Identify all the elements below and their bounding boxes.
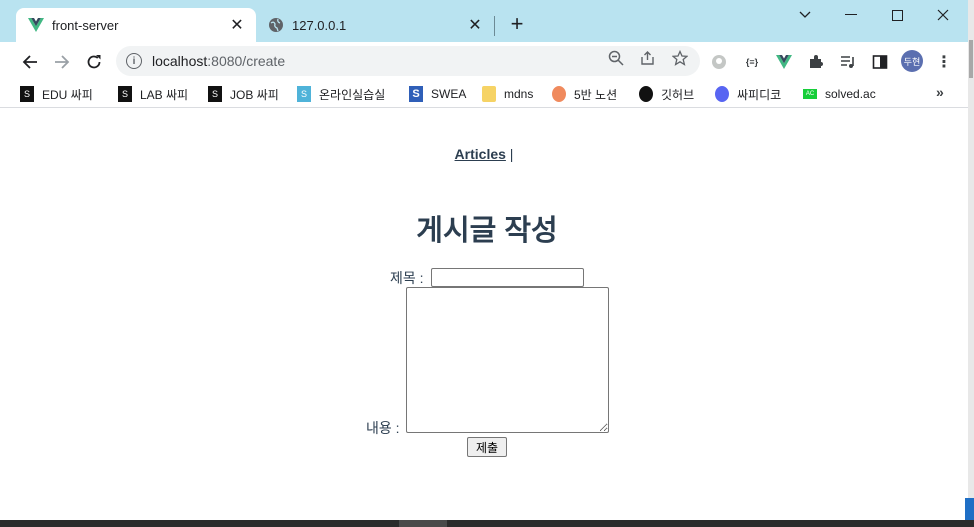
- bookmark-label: JOB 싸피: [230, 87, 279, 102]
- json-formatter-icon[interactable]: {≡}: [742, 52, 762, 72]
- tab-separator: [494, 16, 495, 36]
- tab-localhost-ip[interactable]: 127.0.0.1 ✕: [258, 8, 494, 42]
- bookmark-label: mdns: [504, 87, 534, 101]
- reload-button[interactable]: [82, 50, 106, 74]
- title-input[interactable]: [431, 268, 584, 287]
- content-label: 내용 :: [366, 420, 400, 436]
- page-title: 게시글 작성: [416, 215, 558, 247]
- bookmark-online-lab[interactable]: S 온라인실습실: [297, 85, 385, 103]
- share-icon[interactable]: [639, 49, 657, 67]
- close-tab-icon[interactable]: ✕: [226, 14, 248, 36]
- side-panel-icon[interactable]: [870, 52, 890, 72]
- swea-icon: S: [409, 86, 423, 102]
- reload-icon: [87, 55, 101, 69]
- arrow-right-icon: [55, 55, 70, 69]
- bookmark-job-ssafy[interactable]: S JOB 싸피: [208, 85, 279, 103]
- tab-front-server[interactable]: front-server ✕: [16, 8, 256, 42]
- close-icon: [937, 9, 949, 21]
- new-tab-button[interactable]: +: [506, 13, 528, 36]
- bookmark-label: SWEA: [431, 87, 467, 101]
- profile-avatar[interactable]: 두현: [901, 50, 923, 72]
- close-window-button[interactable]: [920, 4, 966, 26]
- ssafy-icon: S: [20, 86, 34, 102]
- folder-icon: [482, 86, 496, 102]
- forward-button[interactable]: [50, 50, 74, 74]
- menu-kebab-icon[interactable]: ⋮: [934, 52, 954, 72]
- solvedac-icon: AC: [803, 89, 817, 99]
- bookmark-lab-ssafy[interactable]: S LAB 싸피: [118, 85, 188, 103]
- horizontal-scrollbar[interactable]: [0, 520, 974, 527]
- top-nav: Articles |: [0, 146, 968, 162]
- bookmark-label: LAB 싸피: [140, 87, 189, 102]
- bookmark-star-icon[interactable]: [671, 49, 689, 67]
- info-icon[interactable]: i: [126, 53, 142, 69]
- puzzle-icon[interactable]: [806, 52, 826, 72]
- discord-icon: [715, 86, 729, 102]
- media-control-icon[interactable]: [838, 52, 858, 72]
- tab-strip: front-server ✕ 127.0.0.1 ✕ +: [0, 0, 968, 42]
- chevron-down-icon: [799, 11, 811, 18]
- url-host: localhost: [152, 53, 208, 69]
- bookmark-label: 5반 노션: [574, 87, 618, 102]
- submit-button[interactable]: 제출: [467, 437, 507, 457]
- ssafy-icon: S: [118, 86, 132, 102]
- extension-icon[interactable]: [709, 52, 729, 72]
- page-content: Articles | 게시글 작성 제목 : 내용 : 제출: [0, 109, 968, 520]
- minimize-button[interactable]: [828, 4, 874, 26]
- bookmark-swea[interactable]: S SWEA: [409, 85, 466, 103]
- ssafy-icon: S: [208, 86, 222, 102]
- title-label: 제목 :: [390, 270, 424, 286]
- tab-search-button[interactable]: [782, 4, 828, 26]
- browser-window: front-server ✕ 127.0.0.1 ✕ + i localhost…: [0, 0, 968, 520]
- vue-devtools-icon[interactable]: [774, 52, 794, 72]
- browser-toolbar: i localhost:8080/create {≡} 두현 ⋮: [0, 42, 968, 80]
- bookmark-solvedac[interactable]: AC solved.ac: [803, 85, 876, 103]
- minimize-icon: [845, 14, 857, 15]
- bookmark-label: 깃허브: [661, 87, 695, 102]
- taskbar-edge: [965, 498, 974, 520]
- bookmark-edu-ssafy[interactable]: S EDU 싸피: [20, 85, 93, 103]
- window-scrollbar[interactable]: [968, 0, 974, 527]
- scrollbar-thumb[interactable]: [399, 520, 447, 527]
- bookmark-label: EDU 싸피: [42, 87, 93, 102]
- content-textarea[interactable]: [406, 287, 609, 433]
- bookmarks-more-button[interactable]: »: [936, 84, 944, 100]
- bookmark-label: 온라인실습실: [319, 87, 386, 102]
- bookmark-discord[interactable]: 싸피디코: [715, 85, 781, 103]
- vue-icon: [28, 18, 44, 32]
- tab-title: 127.0.0.1: [292, 17, 347, 33]
- bookmark-notion[interactable]: 5반 노션: [552, 85, 617, 103]
- nav-separator: |: [509, 146, 514, 162]
- tab-title: front-server: [52, 17, 119, 33]
- globe-icon: [269, 18, 283, 32]
- maximize-icon: [891, 9, 903, 21]
- bookmark-mdns[interactable]: mdns: [482, 85, 533, 103]
- github-icon: [639, 86, 653, 102]
- bookmark-label: solved.ac: [825, 87, 876, 101]
- bookmark-github[interactable]: 깃허브: [639, 85, 694, 103]
- maximize-button[interactable]: [874, 4, 920, 26]
- close-tab-icon[interactable]: ✕: [464, 14, 486, 36]
- articles-link[interactable]: Articles: [455, 146, 506, 162]
- scrollbar-thumb[interactable]: [969, 40, 973, 78]
- arrow-left-icon: [22, 55, 37, 69]
- peach-icon: [552, 86, 566, 102]
- bookmarks-bar: S EDU 싸피 S LAB 싸피 S JOB 싸피 S 온라인실습실 S SW…: [0, 80, 968, 108]
- bookmark-label: 싸피디코: [737, 87, 782, 102]
- zoom-icon[interactable]: [607, 49, 625, 67]
- url-path: :8080/create: [207, 53, 286, 69]
- ssafy-icon: S: [297, 86, 311, 102]
- back-button[interactable]: [18, 50, 42, 74]
